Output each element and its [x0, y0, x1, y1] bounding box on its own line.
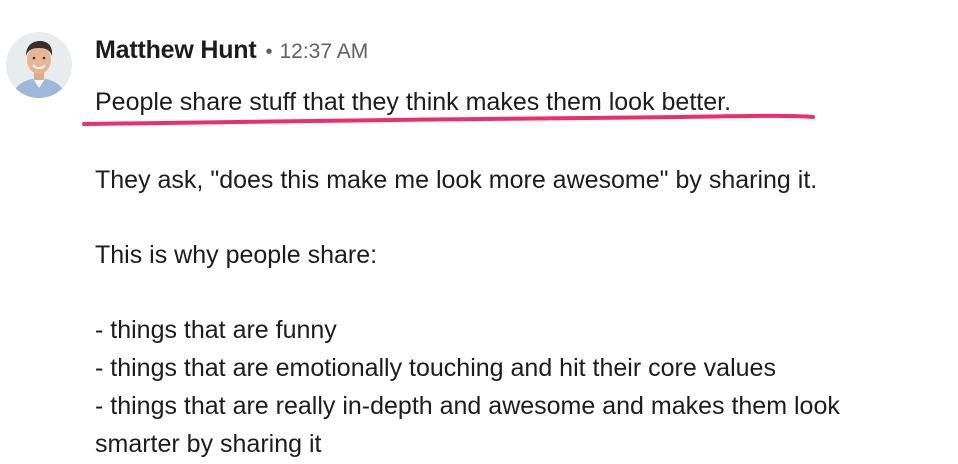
- avatar[interactable]: [6, 32, 72, 98]
- separator-dot: •: [265, 41, 273, 63]
- user-avatar-photo-icon: [6, 32, 72, 98]
- message-paragraph-2: This is why people share:: [95, 241, 378, 269]
- list-item: - things that are really in-depth and aw…: [95, 392, 840, 420]
- author-name[interactable]: Matthew Hunt: [95, 36, 257, 65]
- list-item: - things that are funny: [95, 316, 337, 344]
- list-item: - things that are emotionally touching a…: [95, 354, 776, 382]
- message-header: Matthew Hunt • 12:37 AM: [95, 36, 368, 70]
- message-paragraph-1: They ask, "does this make me look more a…: [95, 166, 818, 194]
- chat-message: Matthew Hunt • 12:37 AM People share stu…: [0, 0, 958, 464]
- highlight-underline-icon: [82, 113, 815, 126]
- timestamp[interactable]: 12:37 AM: [279, 40, 368, 64]
- list-item-continuation: smarter by sharing it: [95, 430, 322, 458]
